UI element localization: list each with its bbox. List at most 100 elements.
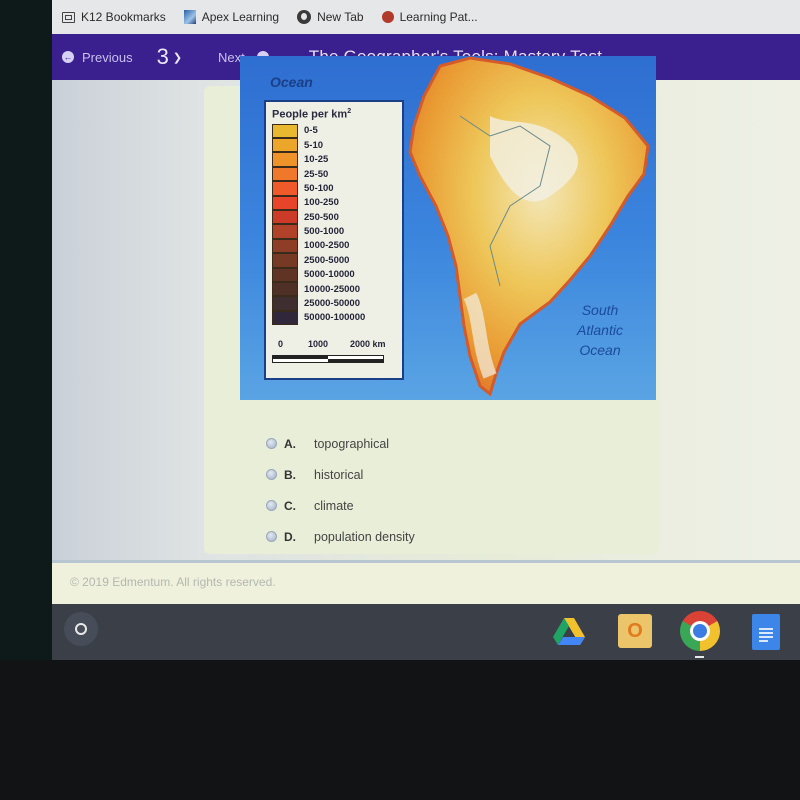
legend-row: 100-250 bbox=[272, 195, 396, 210]
legend-label: 5-10 bbox=[304, 139, 324, 151]
option-letter: B. bbox=[284, 467, 296, 482]
doc-line bbox=[759, 636, 773, 638]
copyright-text: © 2019 Edmentum. All rights reserved. bbox=[70, 575, 276, 589]
legend-row: 10000-25000 bbox=[272, 281, 396, 297]
legend-swatch bbox=[272, 281, 298, 297]
folder-icon bbox=[62, 11, 75, 23]
globe-icon bbox=[297, 10, 312, 24]
scale-bar-segment bbox=[273, 356, 328, 363]
legend-label: 2500-5000 bbox=[304, 254, 350, 266]
legend-row: 50-100 bbox=[272, 181, 396, 196]
option-d[interactable]: D. population density bbox=[266, 521, 415, 552]
bookmark-k12[interactable]: K12 Bookmarks bbox=[62, 10, 166, 24]
legend-label: 50000-100000 bbox=[304, 312, 366, 324]
arrow-left-icon: ← bbox=[62, 51, 74, 63]
legend-title: People per km2 bbox=[272, 108, 396, 121]
ocean-label-line: South bbox=[581, 302, 619, 318]
option-text: population density bbox=[314, 529, 415, 544]
legend-swatch bbox=[272, 138, 298, 153]
chrome-icon[interactable] bbox=[680, 611, 720, 651]
option-text: climate bbox=[314, 498, 354, 513]
legend-row: 25000-50000 bbox=[272, 296, 396, 311]
question-number-dropdown[interactable]: 3 ❯ bbox=[157, 44, 182, 70]
bookmarks-bar: K12 Bookmarks Apex Learning New Tab Lear… bbox=[52, 0, 800, 34]
legend-title-superscript: 2 bbox=[347, 108, 352, 115]
running-indicator bbox=[695, 656, 704, 658]
legend-row: 500-1000 bbox=[272, 224, 396, 239]
option-b[interactable]: B. historical bbox=[266, 459, 415, 490]
legend-row: 50000-100000 bbox=[272, 310, 396, 326]
option-letter: D. bbox=[284, 529, 296, 544]
legend-row: 5000-10000 bbox=[272, 267, 396, 282]
radio-button[interactable] bbox=[266, 469, 277, 480]
scale-labels: 0 1000 2000 km bbox=[272, 339, 396, 353]
doc-line bbox=[759, 632, 773, 634]
ocean-label-line: Ocean bbox=[579, 342, 621, 358]
scale-label: 1000 bbox=[308, 339, 329, 350]
scale-bar-segment bbox=[328, 356, 383, 363]
legend-row: 5-10 bbox=[272, 138, 396, 153]
radio-button[interactable] bbox=[266, 438, 277, 449]
legend-swatch bbox=[272, 195, 298, 210]
bookmark-label: K12 Bookmarks bbox=[81, 10, 166, 24]
legend-swatch bbox=[272, 296, 298, 311]
page-footer: © 2019 Edmentum. All rights reserved. bbox=[52, 560, 800, 604]
legend-label: 1000-2500 bbox=[304, 240, 350, 252]
previous-label: Previous bbox=[82, 49, 133, 65]
legend-row: 2500-5000 bbox=[272, 253, 396, 268]
scale-bar bbox=[272, 355, 384, 364]
south-atlantic-ocean-label: South Atlantic Ocean bbox=[560, 300, 640, 360]
bookmark-label: Learning Pat... bbox=[399, 10, 478, 24]
legend-label: 10000-25000 bbox=[304, 283, 360, 295]
legend-row: 250-500 bbox=[272, 210, 396, 225]
google-drive-icon[interactable] bbox=[552, 614, 586, 648]
bookmark-learning-path[interactable]: Learning Pat... bbox=[381, 10, 478, 24]
radio-button[interactable] bbox=[266, 531, 277, 542]
bookmark-label: New Tab bbox=[317, 10, 364, 24]
option-letter: C. bbox=[284, 498, 296, 513]
legend-label: 250-500 bbox=[304, 211, 339, 223]
question-number: 3 bbox=[156, 44, 169, 69]
option-text: historical bbox=[314, 467, 364, 482]
radio-button[interactable] bbox=[266, 500, 277, 511]
os-shelf: O bbox=[52, 604, 800, 660]
ocean-label-line: Atlantic bbox=[577, 322, 623, 338]
legend-swatch bbox=[272, 152, 298, 167]
legend-swatch bbox=[272, 310, 298, 326]
google-docs-icon[interactable] bbox=[752, 614, 780, 650]
legend-swatch bbox=[272, 166, 298, 182]
launcher-button[interactable] bbox=[64, 612, 98, 646]
previous-button[interactable]: ← Previous bbox=[62, 50, 133, 65]
desk-background bbox=[0, 660, 800, 800]
bookmark-new-tab[interactable]: New Tab bbox=[297, 10, 364, 24]
legend-swatch bbox=[272, 253, 298, 268]
chevron-down-icon: ❯ bbox=[172, 51, 183, 64]
option-letter: A. bbox=[284, 436, 296, 451]
population-density-map: Ocean South Atlantic Ocean People per km… bbox=[240, 56, 656, 400]
legend-label: 500-1000 bbox=[304, 226, 345, 238]
legend-label: 100-250 bbox=[304, 197, 339, 209]
ocean-label: Ocean bbox=[270, 74, 313, 90]
legend-title-text: People per km bbox=[272, 108, 348, 121]
option-a[interactable]: A. topographical bbox=[266, 428, 415, 459]
apex-icon bbox=[183, 10, 196, 24]
map-legend: People per km2 0-5 5-10 10-25 25-50 50-100 10… bbox=[264, 100, 404, 380]
legend-label: 50-100 bbox=[304, 182, 334, 194]
legend-rows: 0-5 5-10 10-25 25-50 50-100 100-250 250-500 500… bbox=[272, 123, 396, 326]
outlook-icon[interactable]: O bbox=[618, 614, 652, 648]
legend-label: 0-5 bbox=[304, 125, 318, 137]
legend-swatch bbox=[272, 238, 298, 254]
legend-label: 25000-50000 bbox=[304, 298, 360, 310]
legend-label: 25-50 bbox=[304, 168, 329, 180]
doc-line bbox=[759, 640, 768, 642]
legend-row: 0-5 bbox=[272, 123, 396, 139]
bookmark-apex-learning[interactable]: Apex Learning bbox=[183, 10, 280, 24]
bookmark-label: Apex Learning bbox=[201, 10, 280, 24]
option-text: topographical bbox=[314, 436, 390, 451]
screen: K12 Bookmarks Apex Learning New Tab Lear… bbox=[52, 0, 800, 660]
option-c[interactable]: C. climate bbox=[266, 490, 415, 521]
legend-swatch bbox=[272, 267, 298, 282]
learning-path-icon bbox=[381, 11, 394, 23]
scale-label: 2000 km bbox=[350, 339, 386, 350]
legend-row: 1000-2500 bbox=[272, 238, 396, 254]
